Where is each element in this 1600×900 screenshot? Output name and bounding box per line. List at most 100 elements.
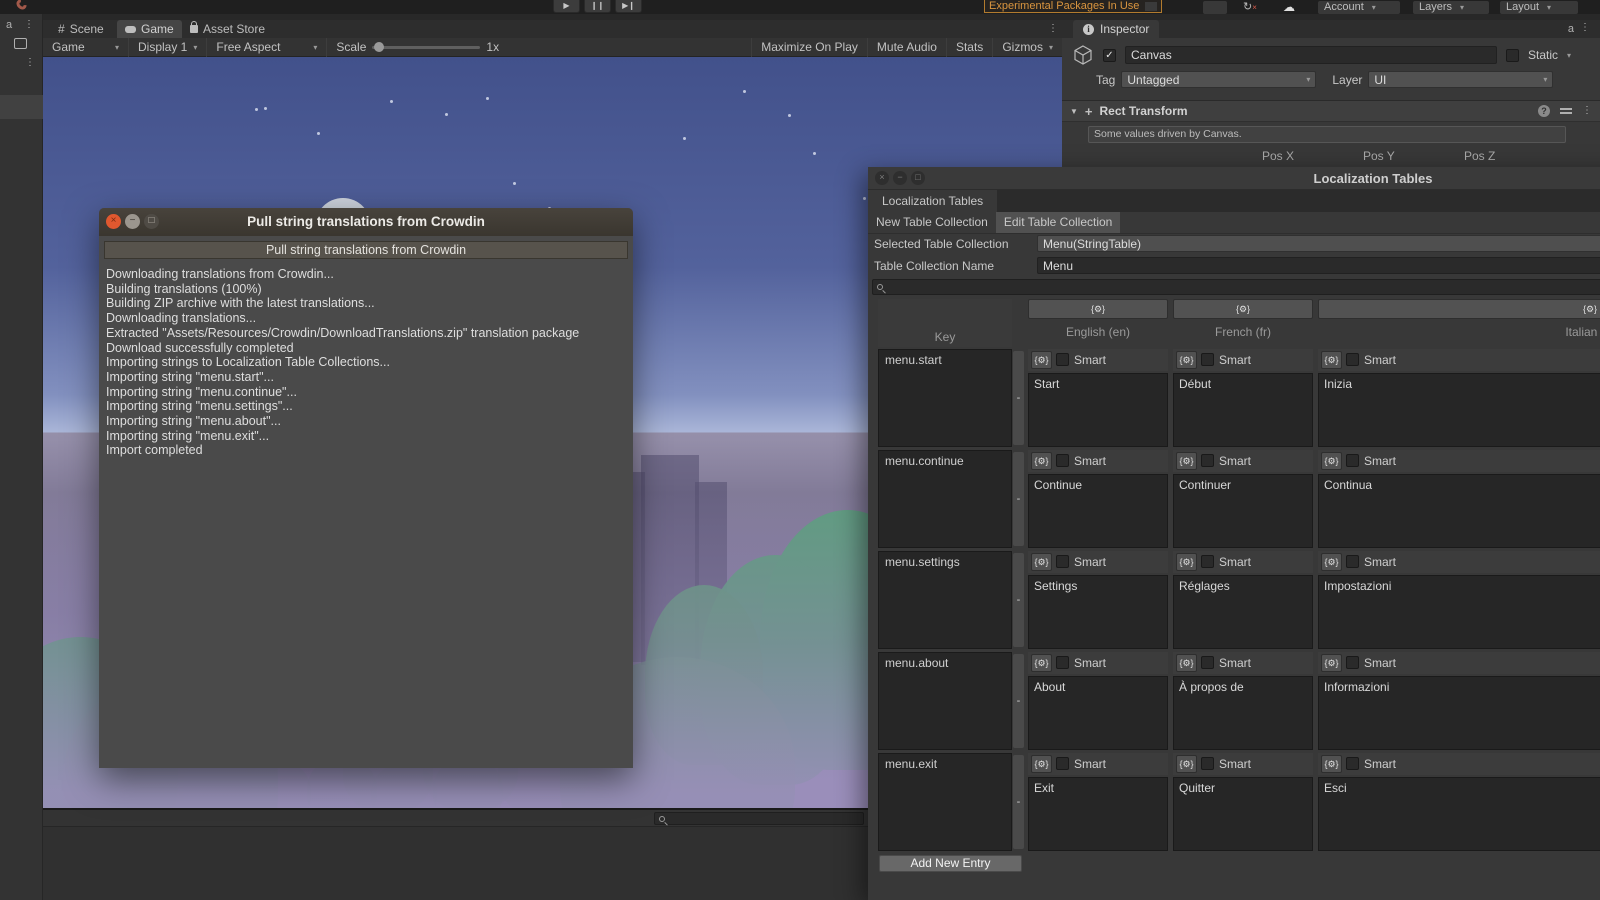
remove-entry-button[interactable]: -: [1013, 654, 1024, 748]
metadata-button[interactable]: {⚙}: [1031, 553, 1052, 571]
help-icon[interactable]: ?: [1538, 105, 1550, 117]
metadata-button[interactable]: {⚙}: [1031, 755, 1052, 773]
smart-checkbox[interactable]: [1056, 656, 1069, 669]
layers-dropdown[interactable]: Layers ▾: [1413, 1, 1489, 14]
translation-field[interactable]: Informazioni: [1318, 676, 1600, 750]
gameobject-cube-icon[interactable]: [1072, 44, 1094, 66]
smart-checkbox[interactable]: [1346, 353, 1359, 366]
translation-field[interactable]: Réglages: [1173, 575, 1313, 649]
account-dropdown[interactable]: Account ▾: [1318, 1, 1400, 14]
column-metadata-button[interactable]: {⚙}: [1173, 299, 1313, 319]
chevron-down-icon[interactable]: ▾: [1567, 51, 1571, 60]
key-column-header[interactable]: Key: [878, 299, 1012, 347]
kebab-menu-icon[interactable]: ⋮: [24, 20, 34, 30]
translation-field[interactable]: Settings: [1028, 575, 1168, 649]
translation-field[interactable]: Début: [1173, 373, 1313, 447]
snap-tool-icon[interactable]: [14, 0, 29, 12]
tab-inspector[interactable]: i Inspector: [1073, 20, 1160, 38]
key-cell[interactable]: menu.exit: [878, 753, 1012, 851]
foldout-arrow-icon[interactable]: ▼: [1070, 107, 1078, 116]
smart-checkbox[interactable]: [1056, 555, 1069, 568]
window-titlebar[interactable]: × − □ Localization Tables: [868, 167, 1600, 190]
minimize-icon[interactable]: −: [893, 171, 907, 185]
step-button[interactable]: ▶❙: [615, 0, 642, 13]
window-icon[interactable]: [14, 38, 27, 49]
selected-collection-field[interactable]: Menu(StringTable): [1037, 235, 1600, 252]
slider-knob[interactable]: [374, 41, 385, 52]
lock-icon[interactable]: a: [1568, 23, 1574, 35]
smart-checkbox[interactable]: [1201, 757, 1214, 770]
cloud-icon[interactable]: ☁: [1283, 0, 1295, 14]
object-name-field[interactable]: Canvas: [1125, 46, 1497, 64]
remove-entry-button[interactable]: -: [1013, 351, 1024, 445]
close-icon[interactable]: ×: [106, 214, 121, 229]
column-header-label[interactable]: English (en): [1028, 325, 1168, 345]
lock-icon[interactable]: a: [6, 19, 12, 31]
smart-checkbox[interactable]: [1056, 454, 1069, 467]
translation-field[interactable]: Exit: [1028, 777, 1168, 851]
experimental-packages-warning[interactable]: Experimental Packages In Use: [984, 0, 1163, 13]
metadata-button[interactable]: {⚙}: [1031, 452, 1052, 470]
smart-checkbox[interactable]: [1346, 555, 1359, 568]
maximize-icon[interactable]: □: [911, 171, 925, 185]
kebab-menu-icon[interactable]: ⋮: [25, 58, 35, 68]
smart-checkbox[interactable]: [1346, 454, 1359, 467]
table-search-input[interactable]: [872, 279, 1600, 295]
translation-field[interactable]: Esci: [1318, 777, 1600, 851]
translation-field[interactable]: Quitter: [1173, 777, 1313, 851]
translation-field[interactable]: Impostazioni: [1318, 575, 1600, 649]
kebab-menu-icon[interactable]: ⋮: [1582, 106, 1592, 116]
active-checkbox[interactable]: ✓: [1103, 48, 1116, 62]
translation-field[interactable]: Continua: [1318, 474, 1600, 548]
metadata-button[interactable]: {⚙}: [1176, 755, 1197, 773]
scale-slider[interactable]: [372, 41, 481, 52]
tag-dropdown[interactable]: Untagged ▾: [1121, 71, 1317, 88]
translation-field[interactable]: À propos de: [1173, 676, 1313, 750]
smart-checkbox[interactable]: [1056, 353, 1069, 366]
metadata-button[interactable]: {⚙}: [1321, 351, 1342, 369]
metadata-button[interactable]: {⚙}: [1321, 654, 1342, 672]
stats-toggle[interactable]: Stats: [945, 37, 992, 57]
tab-localization-tables[interactable]: Localization Tables: [868, 190, 998, 212]
collection-name-field[interactable]: Menu: [1037, 257, 1600, 274]
remove-entry-button[interactable]: -: [1013, 452, 1024, 546]
metadata-button[interactable]: {⚙}: [1321, 553, 1342, 571]
smart-checkbox[interactable]: [1346, 656, 1359, 669]
dialog-titlebar[interactable]: × − □ Pull string translations from Crow…: [99, 208, 633, 236]
layout-dropdown[interactable]: Layout ▾: [1500, 1, 1578, 14]
play-button[interactable]: ▶: [553, 0, 580, 13]
close-icon[interactable]: ×: [875, 171, 889, 185]
kebab-menu-icon[interactable]: ⋮: [1048, 24, 1058, 34]
remove-entry-button[interactable]: -: [1013, 755, 1024, 849]
aspect-dropdown[interactable]: Free Aspect ▾: [207, 37, 328, 57]
pause-button[interactable]: ❙❙: [584, 0, 611, 13]
presets-icon[interactable]: [1560, 106, 1572, 116]
tab-game[interactable]: Game: [117, 20, 182, 38]
tab-asset-store[interactable]: Asset Store: [182, 20, 273, 38]
metadata-button[interactable]: {⚙}: [1176, 654, 1197, 672]
new-table-collection-button[interactable]: New Table Collection: [868, 212, 996, 233]
metadata-button[interactable]: {⚙}: [1031, 654, 1052, 672]
metadata-button[interactable]: {⚙}: [1176, 452, 1197, 470]
column-header-label[interactable]: French (fr): [1173, 325, 1313, 345]
add-new-entry-button[interactable]: Add New Entry: [879, 855, 1022, 872]
translation-field[interactable]: Inizia: [1318, 373, 1600, 447]
collab-icon[interactable]: ↻×: [1243, 0, 1257, 13]
minimize-icon[interactable]: −: [125, 214, 140, 229]
metadata-button[interactable]: {⚙}: [1031, 351, 1052, 369]
translation-field[interactable]: Continue: [1028, 474, 1168, 548]
smart-checkbox[interactable]: [1201, 353, 1214, 366]
metadata-button[interactable]: {⚙}: [1176, 553, 1197, 571]
translation-field[interactable]: Start: [1028, 373, 1168, 447]
key-cell[interactable]: menu.about: [878, 652, 1012, 750]
kebab-menu-icon[interactable]: ⋮: [1580, 23, 1590, 33]
rect-transform-header[interactable]: ▼ + Rect Transform ? ⋮: [1062, 100, 1600, 122]
column-metadata-button[interactable]: {⚙}: [1028, 299, 1168, 319]
undo-history-button[interactable]: [1203, 1, 1227, 14]
key-cell[interactable]: menu.continue: [878, 450, 1012, 548]
pull-translations-button[interactable]: Pull string translations from Crowdin: [104, 241, 628, 259]
metadata-button[interactable]: {⚙}: [1321, 755, 1342, 773]
static-checkbox[interactable]: [1506, 48, 1519, 62]
translation-field[interactable]: Continuer: [1173, 474, 1313, 548]
display-dropdown[interactable]: Display 1 ▾: [129, 37, 208, 57]
